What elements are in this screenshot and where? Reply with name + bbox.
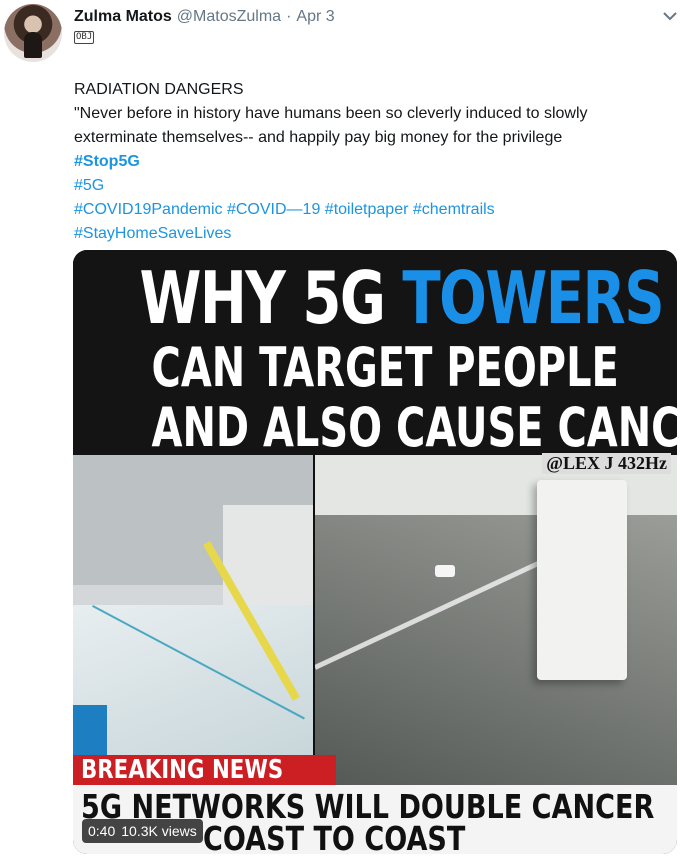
author-name[interactable]: Zulma Matos — [74, 8, 172, 26]
video-player[interactable]: WHY 5G TOWERS CAN TARGET PEOPLE AND ALSO… — [73, 250, 677, 854]
tweet-line-quote1: "Never before in history have humans bee… — [74, 105, 588, 122]
chevron-down-icon[interactable] — [660, 6, 680, 26]
obj-emoji: OBJ — [74, 31, 95, 44]
photo-antenna-box — [537, 480, 627, 680]
video-meta-badge: 0:40 10.3K views — [82, 819, 203, 843]
tweet-header: Zulma Matos @MatosZulma · Apr 3 — [74, 6, 680, 28]
video-watermark: @LEX J 432Hz — [542, 453, 671, 474]
hashtag-covid19pandemic[interactable]: #COVID19Pandemic — [74, 201, 223, 218]
hashtag-toiletpaper[interactable]: #toiletpaper — [325, 201, 409, 218]
breaking-news-label: BREAKING NEWS — [73, 755, 336, 785]
separator: · — [286, 8, 292, 25]
avatar[interactable] — [4, 4, 62, 62]
video-headline-banner: WHY 5G TOWERS CAN TARGET PEOPLE AND ALSO… — [73, 250, 677, 459]
video-view-count: 10.3K views — [121, 823, 197, 839]
ticker-line2: COAST TO COAST — [203, 819, 466, 854]
headline-line3: AND ALSO CAUSE CANCER — [151, 396, 677, 459]
video-duration: 0:40 — [88, 823, 116, 839]
author-handle[interactable]: @MatosZulma — [177, 8, 281, 26]
hashtag-stop5g[interactable]: #Stop5G — [74, 153, 140, 170]
hashtag-stayhomesavelives[interactable]: #StayHomeSaveLives — [74, 225, 231, 242]
tweet-date[interactable]: Apr 3 — [296, 8, 334, 26]
tweet-line-quote2: exterminate themselves-- and happily pay… — [74, 129, 563, 146]
headline-line2: CAN TARGET PEOPLE — [151, 336, 619, 399]
headline-line1: WHY 5G TOWERS — [139, 256, 664, 340]
video-frame-left — [73, 455, 313, 785]
hashtag-chemtrails[interactable]: #chemtrails — [413, 201, 495, 218]
render-blue-panel — [73, 705, 107, 755]
tweet-line-title: RADIATION DANGERS — [74, 81, 244, 98]
video-frame-right — [315, 455, 677, 785]
photo-car — [435, 565, 455, 577]
headline-line1-blue: TOWERS — [402, 256, 664, 340]
breaking-news-text: BREAKING NEWS — [81, 755, 284, 785]
tweet-text: RADIATION DANGERS "Never before in histo… — [74, 78, 670, 246]
hashtag-5g[interactable]: #5G — [74, 177, 104, 194]
hashtag-covid19[interactable]: #COVID—19 — [227, 201, 320, 218]
headline-line1-white: WHY 5G — [139, 256, 403, 340]
